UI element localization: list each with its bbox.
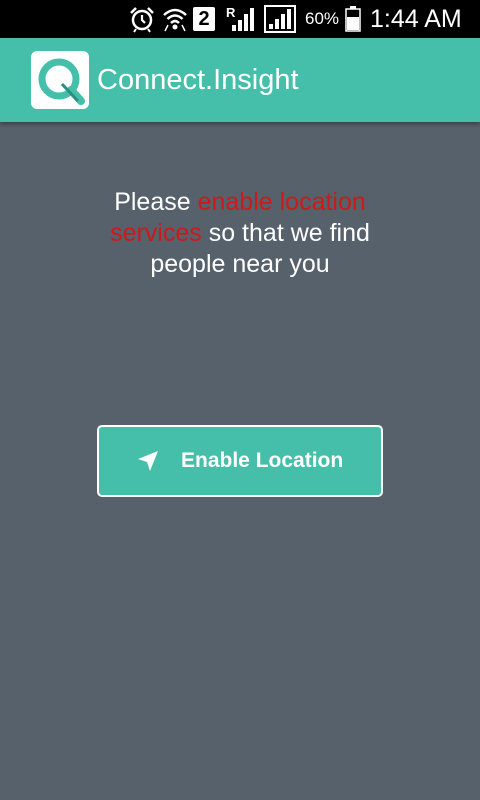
message-text-before: Please: [114, 188, 198, 216]
app-title: Connect.Insight: [97, 64, 299, 96]
sim-2-icon: 2: [193, 7, 215, 31]
magnifier-logo-icon: [38, 58, 85, 105]
alarm-icon: [130, 7, 154, 33]
enable-location-button[interactable]: Enable Location: [97, 425, 383, 497]
app-bar: Connect.Insight: [0, 38, 480, 122]
sim-slot-label: 2: [198, 8, 210, 30]
location-message: Please enable location services so that …: [90, 187, 390, 280]
signal-icon: [264, 5, 296, 33]
roaming-signal-icon: [232, 8, 254, 31]
battery-percent: 60%: [305, 9, 340, 28]
battery-icon: [345, 6, 361, 32]
screen: 2 R 60% 1:44 AM Connect.Insight Please e…: [0, 0, 480, 800]
wifi-icon: [163, 8, 187, 32]
enable-location-label: Enable Location: [181, 449, 344, 472]
clock-time: 1:44 AM: [370, 5, 462, 33]
app-logo: [31, 51, 89, 109]
status-bar: 2 R 60% 1:44 AM: [0, 0, 480, 38]
navigation-arrow-icon: [138, 451, 158, 471]
